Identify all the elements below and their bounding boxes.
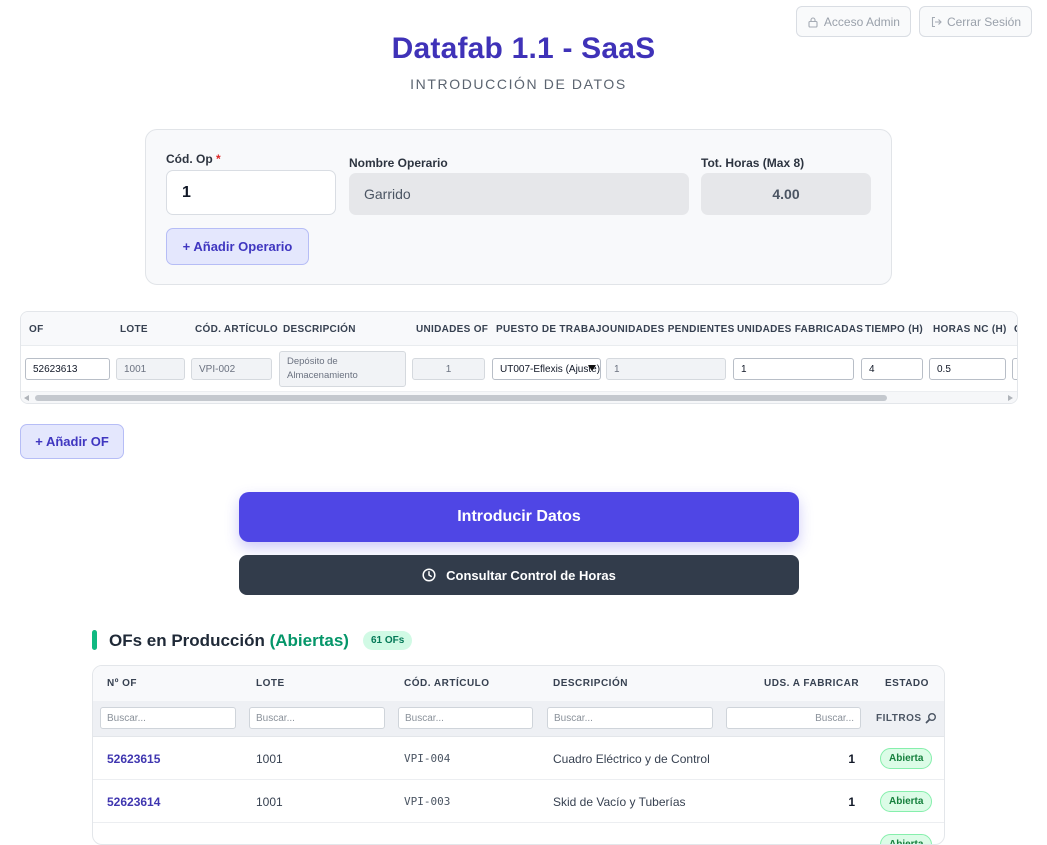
- chevron-down-icon: [588, 365, 596, 371]
- puesto-select[interactable]: UT007-Eflexis (Ajuste): [492, 358, 601, 380]
- descripcion-value: Cuadro Eléctrico y de Control: [553, 752, 710, 766]
- fabricadas-input[interactable]: 1: [733, 358, 854, 380]
- col-articulo: CÓD. ARTÍCULO: [404, 678, 490, 689]
- table-row[interactable]: 52623614 1001 VPI-003 Skid de Vacío y Tu…: [93, 780, 944, 823]
- add-of-button[interactable]: + Añadir OF: [20, 424, 124, 459]
- admin-access-label: Acceso Admin: [823, 14, 900, 29]
- clock-icon: [422, 568, 436, 582]
- section-accent-bar: [92, 630, 97, 650]
- col-unidades-of: UNIDADES OF: [416, 324, 489, 335]
- operator-code-label-text: Cód. Op: [166, 152, 213, 166]
- of-table-header: OF LOTE CÓD. ARTÍCULO DESCRIPCIÓN UNIDAD…: [21, 312, 1017, 346]
- col-estado: ESTADO: [885, 678, 929, 689]
- of-number[interactable]: 52623615: [107, 752, 160, 766]
- logout-label: Cerrar Sesión: [946, 14, 1021, 29]
- hours-control-button[interactable]: Consultar Control de Horas: [239, 555, 799, 595]
- tiempo-input[interactable]: 4: [861, 358, 923, 380]
- search-descripcion-input[interactable]: Buscar...: [547, 707, 713, 729]
- col-articulo: CÓD. ARTÍCULO: [195, 324, 278, 335]
- logout-icon: [931, 16, 942, 27]
- operator-name-label: Nombre Operario: [349, 156, 448, 170]
- required-mark: *: [216, 152, 221, 166]
- operator-code-input[interactable]: 1: [166, 170, 336, 215]
- col-horas-nc: HORAS NC (H): [933, 324, 1007, 335]
- descripcion-value: Skid de Vacío y Tuberías: [553, 795, 686, 809]
- hours-control-label: Consultar Control de Horas: [446, 567, 616, 583]
- col-descripcion: DESCRIPCIÓN: [553, 678, 628, 689]
- of-entry-table: OF LOTE CÓD. ARTÍCULO DESCRIPCIÓN UNIDAD…: [20, 311, 1018, 404]
- search-articulo-input[interactable]: Buscar...: [398, 707, 533, 729]
- search-lote-input[interactable]: Buscar...: [249, 707, 385, 729]
- filter-row: Buscar... Buscar... Buscar... Buscar... …: [93, 701, 944, 737]
- puesto-select-value: UT007-Eflexis (Ajuste): [500, 363, 601, 375]
- col-of: OF: [29, 324, 44, 335]
- col-tiempo: TIEMPO (H): [865, 324, 923, 335]
- articulo-value: VPI-003: [404, 795, 451, 808]
- col-lote: LOTE: [256, 678, 285, 689]
- unidades-of-field: 1: [412, 358, 485, 380]
- page-subtitle: INTRODUCCIÓN DE DATOS: [410, 76, 627, 92]
- operator-code-label: Cód. Op *: [166, 152, 221, 166]
- status-badge: Abierta: [880, 748, 933, 769]
- horas-nc-input[interactable]: 0.5: [929, 358, 1006, 380]
- scroll-right-icon[interactable]: [1008, 395, 1013, 401]
- col-uds-fabricar: UDS. A FABRICAR: [764, 678, 860, 689]
- search-uds-input[interactable]: Buscar...: [726, 707, 861, 729]
- truncated-input[interactable]: [1012, 358, 1017, 380]
- col-numero-of: Nº OF: [107, 678, 138, 689]
- col-puesto: PUESTO DE TRABAJO: [496, 324, 610, 335]
- app-title: Datafab 1.1 - SaaS: [391, 32, 656, 65]
- production-title: OFs en Producción (Abiertas): [109, 631, 349, 651]
- descripcion-field: Depósito de Almacenamiento: [279, 351, 406, 387]
- col-fabricadas: UNIDADES FABRICADAS: [737, 324, 864, 335]
- filters-button[interactable]: FILTROS: [876, 712, 937, 724]
- of-input[interactable]: 52623613: [25, 358, 110, 380]
- col-descripcion: DESCRIPCIÓN: [283, 324, 356, 335]
- uds-value: 1: [848, 752, 855, 766]
- search-of-input[interactable]: Buscar...: [100, 707, 236, 729]
- production-title-accent: (Abiertas): [269, 631, 349, 650]
- of-count-badge: 61 OFs: [363, 631, 413, 650]
- lock-icon: [808, 16, 818, 28]
- articulo-value: VPI-004: [404, 752, 451, 765]
- production-table-header: Nº OF LOTE CÓD. ARTÍCULO DESCRIPCIÓN UDS…: [93, 666, 944, 701]
- filters-label: FILTROS: [876, 712, 922, 724]
- pendientes-field: 1: [606, 358, 726, 380]
- scroll-left-icon[interactable]: [24, 395, 29, 401]
- lote-value: 1001: [256, 752, 283, 766]
- table-row[interactable]: Abierta: [93, 823, 944, 844]
- col-pendientes: UNIDADES PENDIENTES: [610, 324, 735, 335]
- total-hours-label: Tot. Horas (Max 8): [701, 156, 805, 170]
- of-number[interactable]: 52623614: [107, 795, 160, 809]
- operator-name-field: Garrido: [349, 173, 689, 215]
- scroll-thumb[interactable]: [35, 395, 887, 401]
- production-title-main: OFs en Producción: [109, 631, 265, 650]
- add-operator-button[interactable]: + Añadir Operario: [166, 228, 309, 265]
- col-lote: LOTE: [120, 324, 148, 335]
- status-badge: Abierta: [880, 791, 933, 812]
- col-truncated: C: [1014, 324, 1017, 335]
- of-entry-row: 52623613 1001 VPI-002 Depósito de Almace…: [21, 347, 1017, 392]
- lote-value: 1001: [256, 795, 283, 809]
- search-icon: [925, 713, 936, 724]
- submit-data-button[interactable]: Introducir Datos: [239, 492, 799, 542]
- uds-value: 1: [848, 795, 855, 809]
- articulo-field: VPI-002: [191, 358, 272, 380]
- table-row[interactable]: 52623615 1001 VPI-004 Cuadro Eléctrico y…: [93, 737, 944, 780]
- production-table: Nº OF LOTE CÓD. ARTÍCULO DESCRIPCIÓN UDS…: [92, 665, 945, 845]
- lote-field: 1001: [116, 358, 185, 380]
- status-badge: Abierta: [880, 834, 933, 844]
- horizontal-scrollbar[interactable]: [21, 391, 1017, 403]
- total-hours-field: 4.00: [701, 173, 871, 215]
- operator-card: Cód. Op * 1 Nombre Operario Garrido Tot.…: [145, 129, 892, 285]
